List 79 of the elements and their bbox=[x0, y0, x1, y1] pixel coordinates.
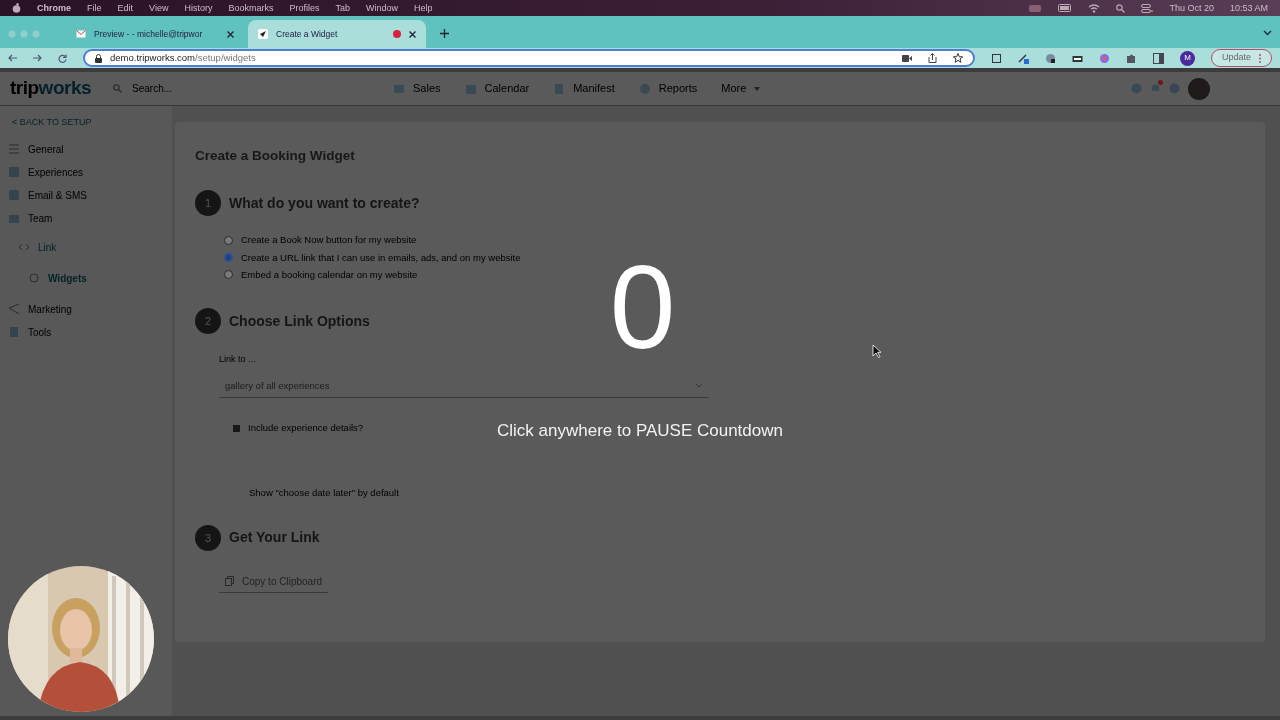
sidebar-icon[interactable] bbox=[1152, 52, 1164, 64]
radio-button[interactable] bbox=[224, 235, 233, 245]
pointer-icon bbox=[872, 344, 882, 358]
nav-link[interactable]: Reports bbox=[638, 80, 698, 97]
step-title: What do you want to create? bbox=[229, 193, 420, 213]
step-title: Get Your Link bbox=[229, 528, 320, 548]
page-title: Create a Booking Widget bbox=[195, 147, 356, 165]
countdown-number: 0 bbox=[608, 248, 677, 366]
logo[interactable]: tripworks bbox=[10, 74, 92, 103]
sidebar-item[interactable]: Marketing bbox=[8, 297, 164, 321]
reload-icon[interactable] bbox=[58, 53, 67, 63]
step-number: 3 bbox=[195, 524, 221, 551]
checkbox-option[interactable]: Include experience details? bbox=[233, 421, 364, 436]
sidebar-item[interactable]: Link bbox=[8, 235, 164, 259]
nav-link[interactable]: Sales bbox=[393, 80, 441, 97]
menu-item[interactable]: Edit bbox=[117, 0, 134, 16]
sidebar-item[interactable]: Widgets bbox=[8, 266, 164, 290]
radio-option[interactable]: Create a Book Now button for my website bbox=[219, 232, 1245, 250]
back-link[interactable]: < BACK TO SETUP bbox=[8, 116, 164, 130]
caret-icon bbox=[695, 383, 703, 389]
camera-icon[interactable] bbox=[901, 54, 912, 62]
address-field[interactable]: demo.tripworks.com/setup/widgets bbox=[83, 49, 975, 67]
menu-item[interactable]: Profiles bbox=[289, 0, 320, 16]
nav-link[interactable]: Calendar bbox=[464, 80, 530, 97]
checkbox[interactable] bbox=[233, 424, 240, 432]
chevron-icon[interactable] bbox=[1263, 30, 1272, 36]
update-button[interactable]: Update bbox=[1210, 49, 1272, 67]
search-icon bbox=[113, 84, 123, 93]
circle-icon bbox=[28, 272, 40, 284]
avatar-icon[interactable] bbox=[1188, 77, 1210, 100]
screen-icon[interactable] bbox=[990, 52, 1002, 64]
sidebar-item[interactable]: Team bbox=[8, 206, 164, 230]
star-icon[interactable] bbox=[952, 53, 963, 63]
nav-link[interactable]: Manifest bbox=[553, 80, 615, 97]
option-label: Show "choose date later" by default bbox=[249, 487, 399, 499]
menu-date[interactable]: Thu Oct 20 bbox=[1169, 0, 1214, 16]
sidebar-item[interactable]: Tools bbox=[8, 320, 164, 344]
step-title: Choose Link Options bbox=[229, 311, 370, 331]
sidebar-item[interactable]: Experiences bbox=[8, 160, 164, 184]
apple-icon bbox=[12, 3, 21, 13]
battery-icon[interactable] bbox=[1058, 4, 1073, 12]
step-number: 1 bbox=[195, 190, 221, 217]
close-icon[interactable] bbox=[409, 30, 416, 38]
app-menu[interactable]: Chrome bbox=[37, 0, 71, 16]
menu-item[interactable]: View bbox=[149, 0, 169, 16]
menu-clock[interactable]: 10:53 AM bbox=[1229, 0, 1268, 16]
close-icon[interactable] bbox=[227, 30, 234, 38]
browser-tab[interactable]: Create a Widget bbox=[248, 20, 426, 48]
step-number: 2 bbox=[195, 308, 221, 334]
caret-icon bbox=[754, 86, 761, 91]
new-tab-icon[interactable] bbox=[440, 29, 449, 38]
radio-button[interactable] bbox=[224, 253, 233, 263]
lock-icon bbox=[95, 53, 102, 63]
menu-item[interactable]: Help bbox=[414, 0, 433, 16]
field-label: Link to ... bbox=[219, 354, 256, 364]
profile-button[interactable]: M bbox=[1179, 50, 1195, 66]
copy-icon bbox=[225, 576, 234, 587]
forward-icon[interactable] bbox=[33, 54, 42, 62]
menu-item[interactable]: File bbox=[87, 0, 102, 16]
browser-tab[interactable]: Preview - - michelle@tripwor bbox=[66, 20, 244, 48]
menu-item[interactable]: History bbox=[184, 0, 213, 16]
sidebar-item[interactable]: General bbox=[8, 137, 164, 161]
back-icon[interactable] bbox=[8, 54, 17, 62]
menu-item[interactable]: Window bbox=[365, 0, 398, 16]
countdown-message[interactable]: Click anywhere to PAUSE Countdown bbox=[470, 418, 810, 444]
arrow-icon bbox=[258, 29, 268, 39]
radio-button[interactable] bbox=[224, 270, 233, 280]
code-icon bbox=[18, 241, 30, 253]
search-icon[interactable] bbox=[1116, 3, 1126, 13]
menu-item[interactable]: Bookmarks bbox=[228, 0, 274, 16]
notification-dot bbox=[1158, 80, 1163, 85]
wifi-icon[interactable] bbox=[1088, 3, 1101, 13]
search-field[interactable]: Search... bbox=[130, 80, 241, 97]
nav-link[interactable]: More bbox=[721, 80, 761, 97]
share-icon[interactable] bbox=[927, 53, 937, 63]
menu-item[interactable]: Tab bbox=[335, 0, 350, 16]
control-center-icon[interactable] bbox=[1141, 3, 1154, 13]
pen-icon[interactable] bbox=[1017, 52, 1029, 64]
sidebar-item[interactable]: Email & SMS bbox=[8, 183, 164, 207]
